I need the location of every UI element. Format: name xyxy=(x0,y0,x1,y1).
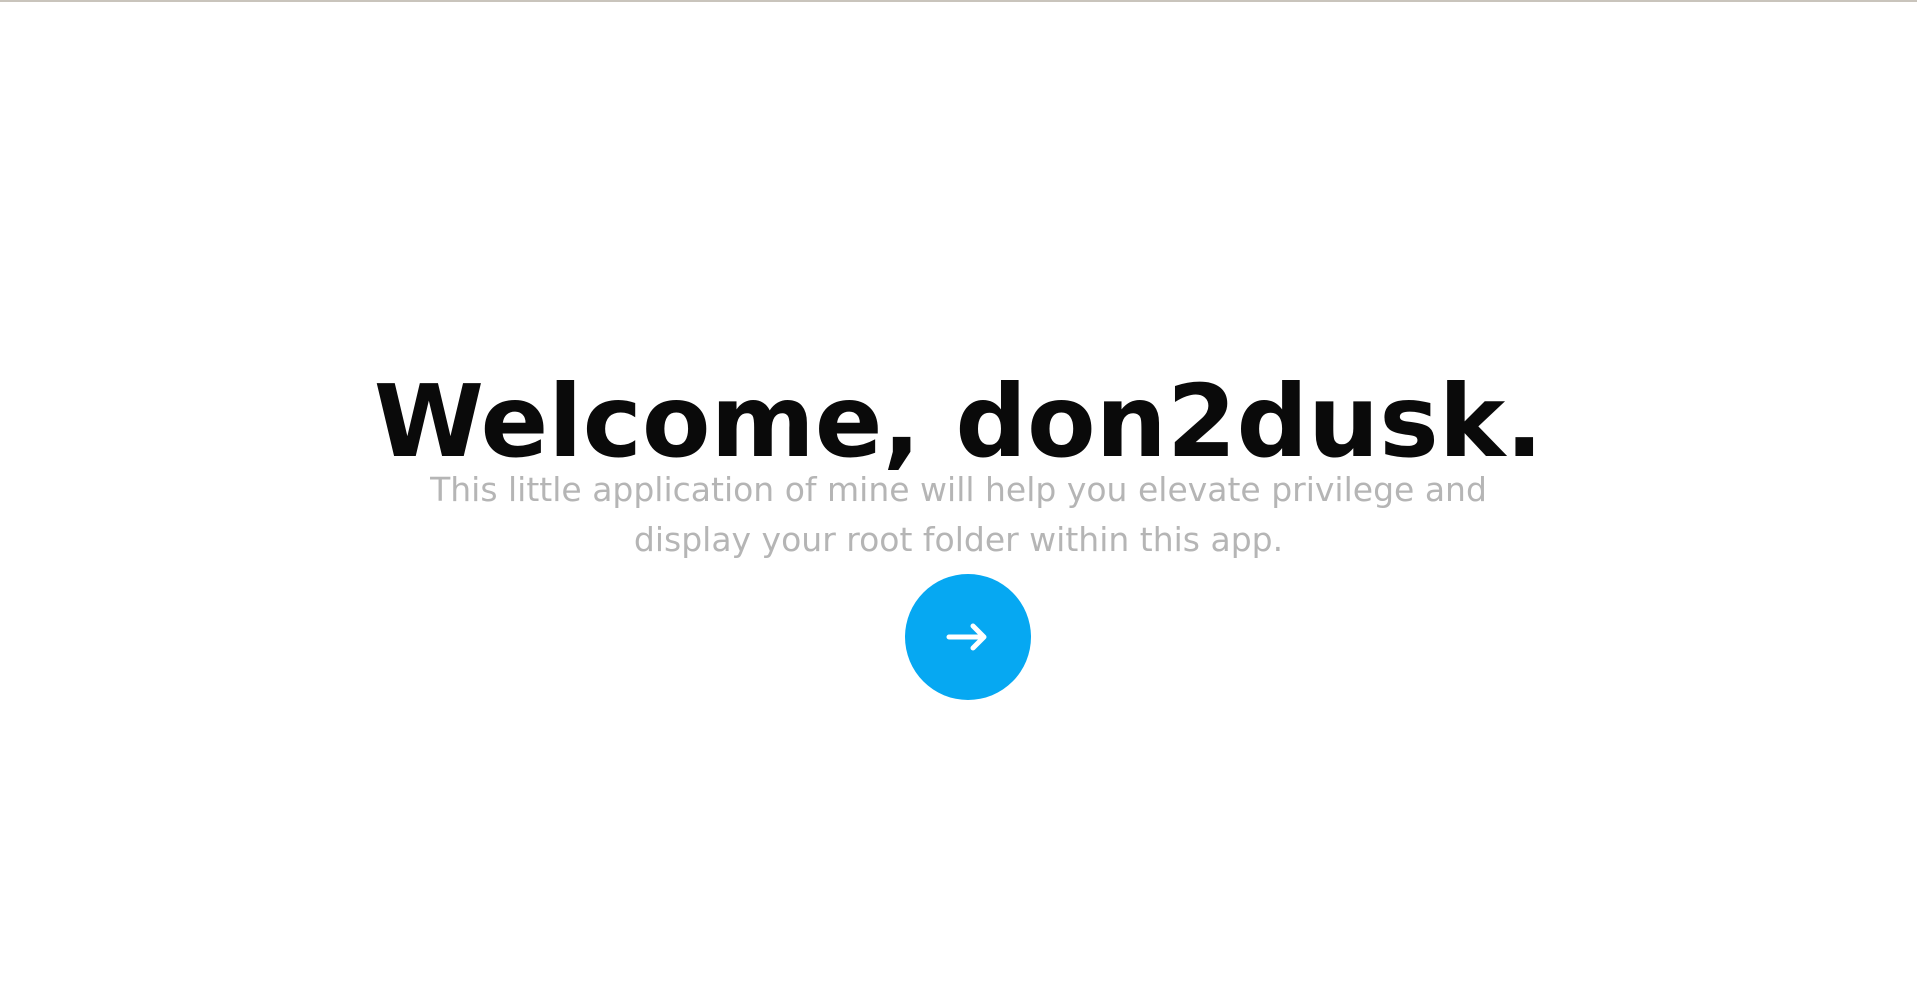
welcome-screen: Welcome, don2dusk. This little applicati… xyxy=(0,0,1917,984)
welcome-title: Welcome, don2dusk. xyxy=(373,363,1544,480)
welcome-description: This little application of mine will hel… xyxy=(430,470,1487,559)
arrow-right-icon xyxy=(946,623,987,651)
continue-button[interactable] xyxy=(905,574,1031,700)
